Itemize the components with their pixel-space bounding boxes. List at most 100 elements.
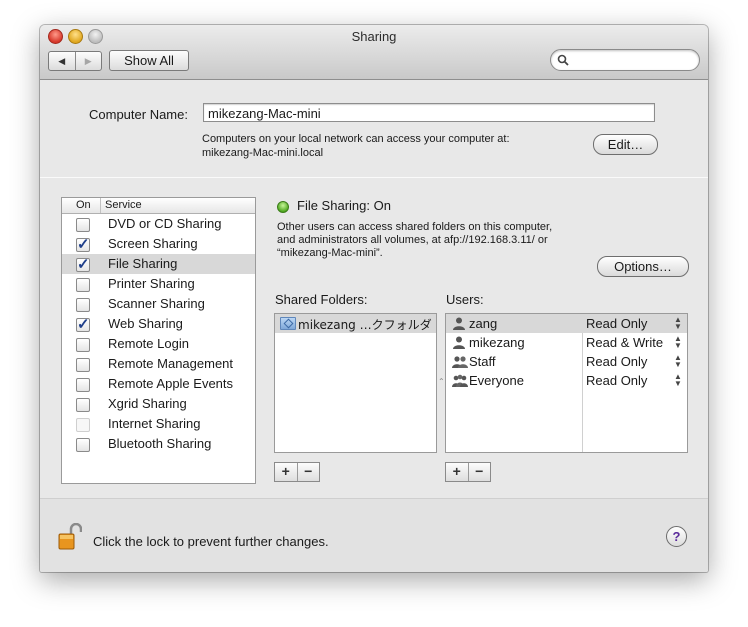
- window-title: Sharing: [351, 29, 397, 44]
- popup-arrows-icon[interactable]: ▲ ▼: [674, 316, 682, 331]
- service-checkbox[interactable]: ✓: [76, 236, 90, 253]
- popup-arrows-icon[interactable]: ▲ ▼: [674, 354, 682, 369]
- search-icon: [557, 54, 569, 66]
- remove-folder-button[interactable]: −: [298, 463, 320, 481]
- service-table-header: On Service: [62, 198, 255, 214]
- permission-popup[interactable]: Read Only: [586, 316, 647, 331]
- service-row[interactable]: Bluetooth Sharing: [62, 434, 255, 454]
- column-header-on[interactable]: On: [76, 199, 91, 211]
- service-checkbox[interactable]: ✓: [76, 316, 90, 333]
- service-row[interactable]: Remote Login: [62, 334, 255, 354]
- service-name: Screen Sharing: [108, 236, 198, 251]
- service-name: Scanner Sharing: [108, 296, 205, 311]
- popup-arrows-icon[interactable]: ▲ ▼: [674, 335, 682, 350]
- user-name: Everyone: [469, 373, 524, 388]
- back-button[interactable]: ◀: [49, 52, 76, 70]
- user-name: Staff: [469, 354, 496, 369]
- users-list: zang Read Only ▲ ▼ mikezang Read & Write ▲ ▼ Sta…: [445, 313, 688, 453]
- nav-segmented-control: ◀ ▶: [48, 51, 102, 71]
- help-button[interactable]: ?: [666, 526, 687, 547]
- service-checkbox[interactable]: ✓: [76, 256, 90, 273]
- service-row[interactable]: DVD or CD Sharing: [62, 214, 255, 234]
- users-label: Users:: [446, 292, 484, 307]
- local-address-line1: Computers on your local network can acce…: [202, 133, 510, 145]
- show-all-button[interactable]: Show All: [109, 50, 189, 71]
- service-checkbox[interactable]: [76, 398, 90, 412]
- service-row[interactable]: Remote Management: [62, 354, 255, 374]
- sharing-window: Sharing ◀ ▶ Show All Computer Name: mike…: [40, 25, 708, 572]
- local-hostname: mikezang-Mac-mini.local: [202, 147, 324, 159]
- permission-popup[interactable]: Read & Write: [586, 335, 663, 350]
- split-resize-handle[interactable]: ⌃: [438, 377, 445, 386]
- forward-arrow-icon: ▶: [84, 55, 92, 66]
- permission-popup[interactable]: Read Only: [586, 354, 647, 369]
- local-address-note: Computers on your local network can acce…: [202, 132, 510, 160]
- service-name: File Sharing: [108, 256, 178, 271]
- service-name: Remote Apple Events: [108, 376, 234, 391]
- checkmark-icon: ✓: [77, 256, 90, 273]
- service-row[interactable]: ✓ Web Sharing: [62, 314, 255, 334]
- user-row[interactable]: zang Read Only ▲ ▼: [446, 314, 687, 333]
- popup-arrows-icon[interactable]: ▲ ▼: [674, 373, 682, 388]
- service-row[interactable]: Xgrid Sharing: [62, 394, 255, 414]
- service-checkbox[interactable]: [76, 418, 90, 432]
- service-name: Remote Login: [108, 336, 189, 351]
- service-table: On Service DVD or CD Sharing ✓ Screen Shar…: [61, 197, 256, 484]
- checkmark-icon: ✓: [77, 316, 90, 333]
- everyone-icon: [452, 374, 468, 387]
- shared-folders-add-remove: + −: [274, 462, 320, 482]
- service-checkbox[interactable]: [76, 358, 90, 372]
- service-row[interactable]: ✓ Screen Sharing: [62, 234, 255, 254]
- user-name: zang: [469, 316, 498, 331]
- service-name: Printer Sharing: [108, 276, 195, 291]
- service-checkbox[interactable]: [76, 338, 90, 352]
- titlebar: Sharing ◀ ▶ Show All: [40, 25, 708, 80]
- column-separator: [100, 198, 101, 213]
- service-name: Remote Management: [108, 356, 234, 371]
- status-desc-line2: and administrators all volumes, at afp:/…: [277, 234, 548, 246]
- status-description: Other users can access shared folders on…: [277, 221, 607, 260]
- section-divider: [40, 177, 708, 178]
- service-row[interactable]: ✓ File Sharing: [62, 254, 255, 274]
- remove-user-button[interactable]: −: [469, 463, 491, 481]
- service-name: DVD or CD Sharing: [108, 216, 222, 231]
- computer-name-section: [40, 80, 708, 178]
- service-checkbox[interactable]: [76, 378, 90, 392]
- checkmark-icon: ✓: [77, 236, 90, 253]
- user-name: mikezang: [469, 335, 525, 350]
- service-name: Web Sharing: [108, 316, 183, 331]
- forward-button[interactable]: ▶: [76, 52, 102, 70]
- add-folder-button[interactable]: +: [275, 463, 298, 481]
- shared-folder-item[interactable]: mikezang …クフォルダ: [275, 314, 436, 333]
- computer-name-label: Computer Name:: [89, 107, 188, 122]
- service-name: Internet Sharing: [108, 416, 201, 431]
- shared-folders-label: Shared Folders:: [275, 292, 368, 307]
- shared-folder-icon: [280, 317, 296, 330]
- options-button[interactable]: Options…: [597, 256, 689, 277]
- group-icon: [452, 355, 468, 368]
- column-header-service[interactable]: Service: [105, 199, 142, 211]
- user-row[interactable]: Staff Read Only ▲ ▼: [446, 352, 687, 371]
- add-user-button[interactable]: +: [446, 463, 469, 481]
- service-checkbox[interactable]: [76, 298, 90, 312]
- status-desc-line1: Other users can access shared folders on…: [277, 221, 553, 233]
- user-row[interactable]: mikezang Read & Write ▲ ▼: [446, 333, 687, 352]
- computer-name-field[interactable]: mikezang-Mac-mini: [203, 103, 655, 122]
- service-row[interactable]: Remote Apple Events: [62, 374, 255, 394]
- search-field[interactable]: [550, 49, 700, 71]
- unlocked-padlock-icon[interactable]: [58, 523, 82, 551]
- service-checkbox[interactable]: [76, 218, 90, 232]
- status-title: File Sharing: On: [297, 198, 391, 213]
- service-row[interactable]: Internet Sharing: [62, 414, 255, 434]
- edit-button[interactable]: Edit…: [593, 134, 658, 155]
- service-row[interactable]: Printer Sharing: [62, 274, 255, 294]
- service-checkbox[interactable]: [76, 278, 90, 292]
- user-rows: zang Read Only ▲ ▼ mikezang Read & Write ▲ ▼ Sta…: [446, 314, 687, 390]
- permission-popup[interactable]: Read Only: [586, 373, 647, 388]
- service-checkbox[interactable]: [76, 438, 90, 452]
- user-icon: [452, 317, 468, 330]
- user-row[interactable]: Everyone Read Only ▲ ▼: [446, 371, 687, 390]
- service-row[interactable]: Scanner Sharing: [62, 294, 255, 314]
- user-icon: [452, 336, 468, 349]
- back-arrow-icon: ◀: [58, 55, 66, 66]
